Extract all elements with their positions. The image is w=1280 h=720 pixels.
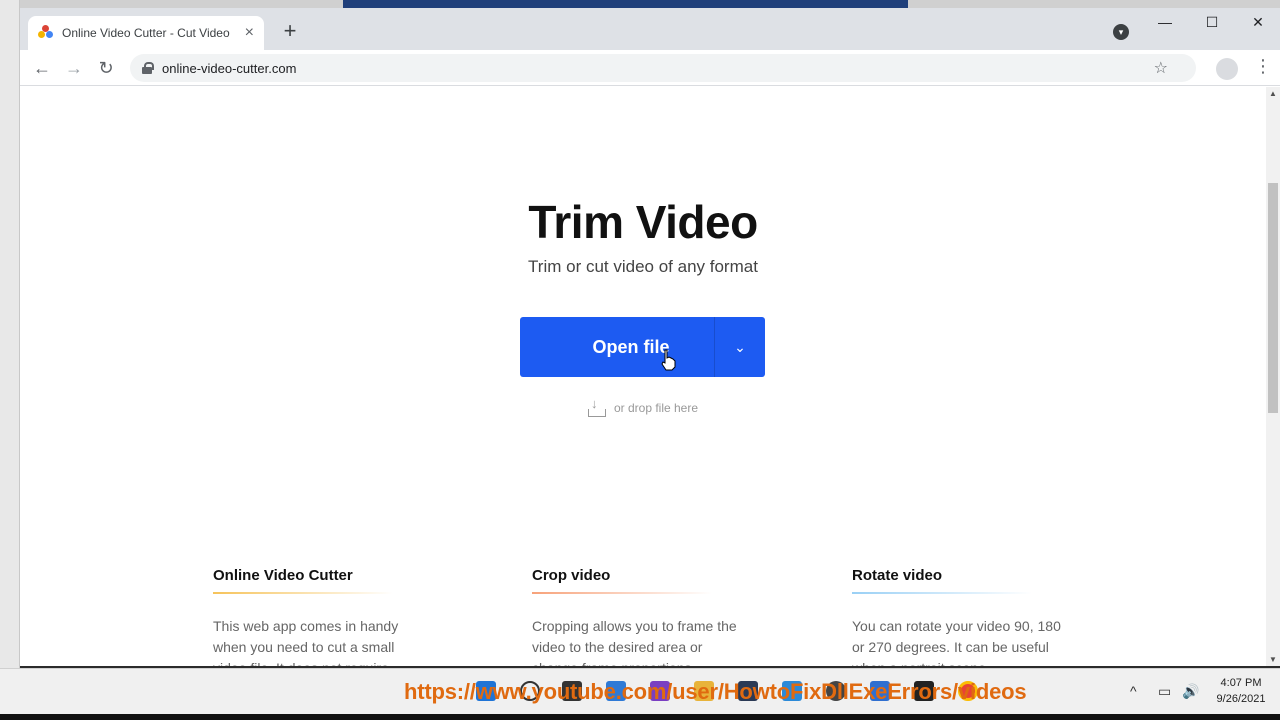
feature-text: Cropping allows you to frame the video t… <box>532 618 737 666</box>
tab-strip: Online Video Cutter - Cut Video × + ▾ — … <box>20 8 1280 50</box>
feature-underline <box>852 592 1032 594</box>
address-url: online-video-cutter.com <box>162 60 297 76</box>
tab-close-icon[interactable]: × <box>245 24 254 42</box>
bookmark-star-icon[interactable]: ☆ <box>1154 58 1168 78</box>
lock-icon <box>142 62 154 74</box>
page-scrollbar[interactable]: ▲ ▼ <box>1266 87 1280 666</box>
watermark-url: https://www.youtube.com/user/HowtoFixDll… <box>404 679 1027 704</box>
tab-online-video-cutter[interactable]: Online Video Cutter - Cut Video × <box>28 16 264 50</box>
address-bar[interactable]: online-video-cutter.com ☆ <box>130 54 1196 82</box>
page-title: Trim Video <box>528 196 758 248</box>
feature-underline <box>213 592 393 594</box>
reload-button[interactable]: ↻ <box>94 56 118 80</box>
feature-title: Online Video Cutter <box>213 567 353 584</box>
account-avatar-icon[interactable] <box>1216 58 1238 80</box>
new-tab-button[interactable]: + <box>278 20 302 44</box>
open-file-label[interactable]: Open file <box>520 317 714 377</box>
page-subtitle: Trim or cut video of any format <box>528 257 758 276</box>
network-icon[interactable]: ▭ <box>1158 683 1171 700</box>
feature-online-video-cutter: Online Video Cutter This web app comes i… <box>213 567 423 666</box>
drop-hint-text: or drop file here <box>613 401 699 416</box>
download-icon <box>587 396 606 417</box>
browser-toolbar: ← → ↻ online-video-cutter.com ☆ <box>20 50 1280 86</box>
drop-zone-hint[interactable]: or drop file here <box>20 396 1266 417</box>
volume-icon[interactable]: 🔊 <box>1182 683 1199 700</box>
feature-rotate-video: Rotate video You can rotate your video 9… <box>852 567 1062 666</box>
windows-taskbar: https://www.youtube.com/user/HowtoFixDll… <box>0 668 1280 714</box>
feature-title: Rotate video <box>852 567 943 584</box>
feature-title: Crop video <box>532 567 611 584</box>
tab-search-icon[interactable]: ▾ <box>1113 24 1129 40</box>
scrollbar-thumb[interactable] <box>1268 183 1278 413</box>
clock-time: 4:07 PM <box>1220 677 1262 689</box>
tray-chevron-icon[interactable]: ^ <box>1130 683 1137 699</box>
browser-window: Online Video Cutter - Cut Video × + ▾ — … <box>20 8 1280 666</box>
scroll-up-icon[interactable]: ▲ <box>1266 89 1280 98</box>
taskbar-clock[interactable]: 4:07 PM 9/26/2021 <box>1210 675 1272 707</box>
forward-button[interactable]: → <box>62 56 86 80</box>
minimize-button[interactable]: — <box>1150 14 1180 30</box>
chevron-down-icon[interactable]: ⌄ <box>714 317 765 377</box>
browser-menu-icon[interactable]: ⋮ <box>1254 56 1272 77</box>
feature-text: This web app comes in handy when you nee… <box>213 618 399 666</box>
desktop-edge-top <box>20 0 1280 8</box>
open-file-button[interactable]: Open file ⌄ <box>520 317 765 377</box>
feature-underline <box>532 592 712 594</box>
scroll-down-icon[interactable]: ▼ <box>1266 655 1280 664</box>
maximize-button[interactable]: ☐ <box>1197 14 1227 31</box>
back-button[interactable]: ← <box>30 56 54 80</box>
feature-text: You can rotate your video 90, 180 or 270… <box>852 618 1061 666</box>
screen-bottom-edge <box>0 714 1280 720</box>
hand-cursor-icon <box>661 349 676 371</box>
clock-date: 9/26/2021 <box>1216 693 1266 705</box>
page-content: Trim Video Trim or cut video of any form… <box>20 87 1266 666</box>
desktop-edge-left <box>0 0 20 668</box>
site-favicon-icon <box>38 25 54 41</box>
feature-crop-video: Crop video Cropping allows you to frame … <box>532 567 742 666</box>
tab-title: Online Video Cutter - Cut Video <box>62 26 230 40</box>
close-window-button[interactable]: ✕ <box>1243 14 1273 31</box>
